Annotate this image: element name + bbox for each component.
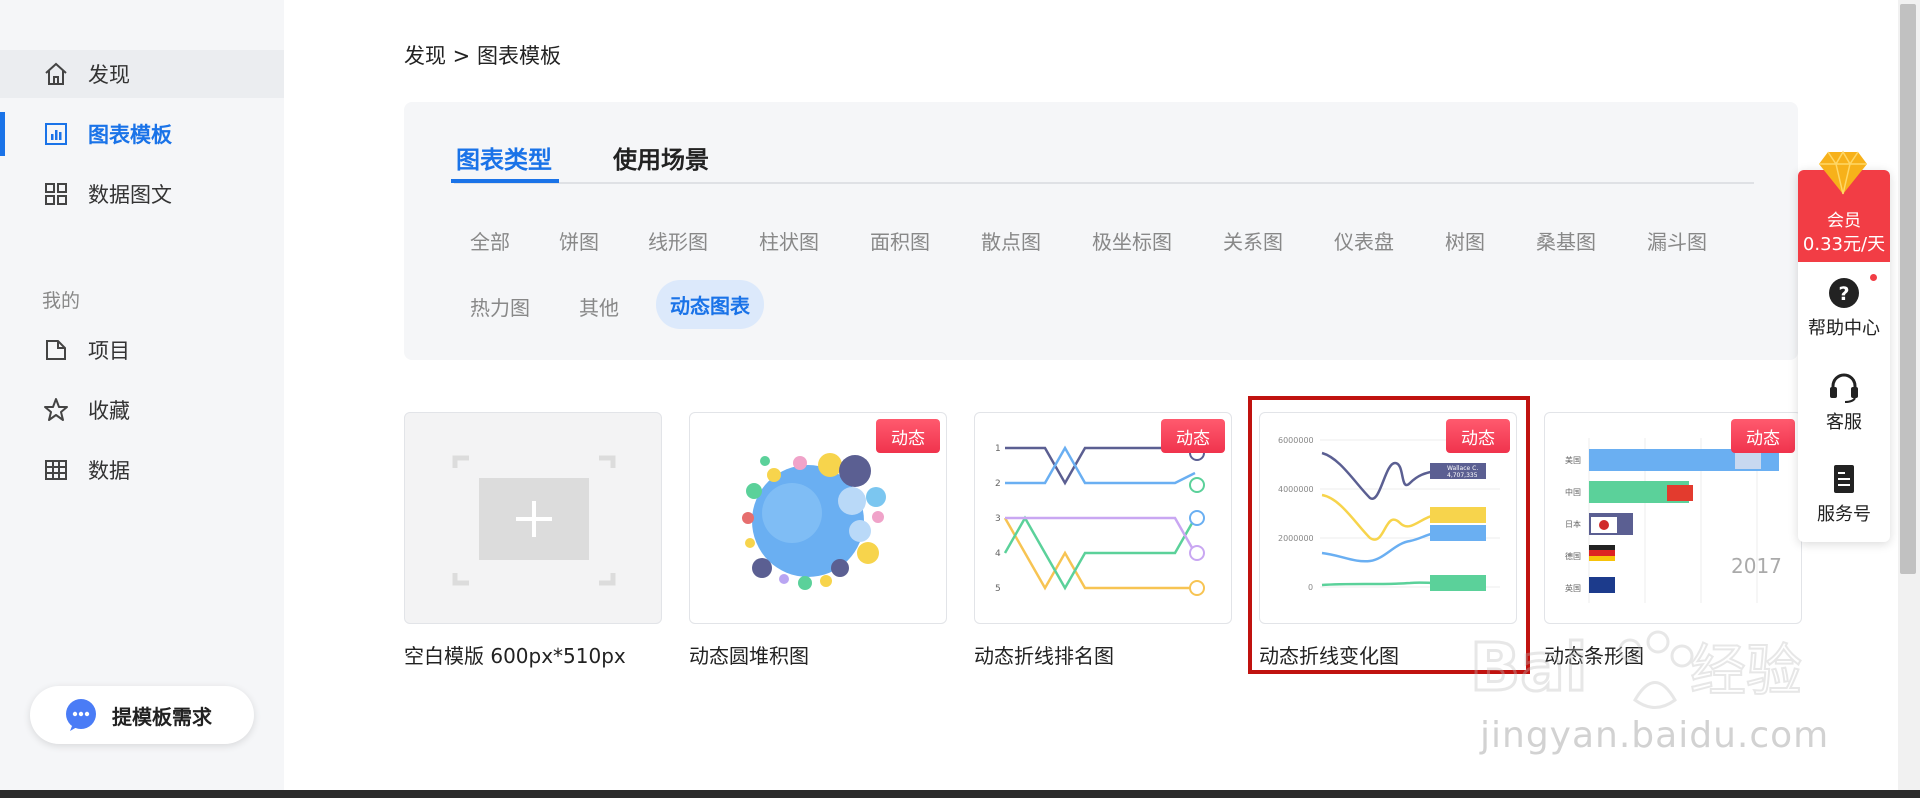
taskbar-strip bbox=[0, 790, 1920, 798]
dynamic-badge: 动态 bbox=[1731, 419, 1795, 453]
rank-label: 2 bbox=[995, 479, 1001, 489]
category-other[interactable]: 其他 bbox=[579, 292, 619, 321]
tab-usage-scenario[interactable]: 使用场景 bbox=[613, 140, 709, 175]
tabs-divider bbox=[454, 182, 1754, 184]
folder-icon bbox=[42, 336, 70, 364]
category-gauge[interactable]: 仪表盘 bbox=[1334, 226, 1394, 255]
help-center-button[interactable]: ? 帮助中心 bbox=[1798, 268, 1890, 348]
watermark-url: jingyan.baidu.com bbox=[1480, 715, 1830, 756]
template-card-dynamic-circle-packing[interactable]: 动态 bbox=[689, 412, 947, 624]
breadcrumb: 发现 > 图表模板 bbox=[404, 44, 561, 68]
vip-label: 会员 bbox=[1827, 211, 1861, 231]
category-funnel[interactable]: 漏斗图 bbox=[1647, 226, 1707, 255]
section-title-mine: 我的 bbox=[42, 290, 81, 312]
category-heatmap[interactable]: 热力图 bbox=[470, 292, 530, 321]
rank-label: 1 bbox=[995, 444, 1001, 454]
category-sankey[interactable]: 桑基图 bbox=[1536, 226, 1596, 255]
question-mark-icon: ? bbox=[1827, 276, 1861, 310]
sidebar-item-label: 数据 bbox=[88, 459, 130, 483]
tab-chart-type[interactable]: 图表类型 bbox=[456, 140, 552, 175]
category-polar[interactable]: 极坐标图 bbox=[1092, 226, 1172, 255]
document-icon bbox=[1827, 462, 1861, 496]
request-template-label: 提模板需求 bbox=[112, 704, 212, 729]
sidebar-item-label: 数据图文 bbox=[88, 183, 172, 207]
sidebar-item-discover[interactable]: 发现 bbox=[0, 50, 284, 98]
chat-bubble-icon bbox=[64, 698, 98, 732]
filter-panel: 图表类型 使用场景 全部 饼图 线形图 柱状图 面积图 散点图 极坐标图 关系图… bbox=[404, 102, 1798, 360]
template-card-blank[interactable] bbox=[404, 412, 662, 624]
year-label: 2017 bbox=[1731, 554, 1782, 578]
request-template-button[interactable]: 提模板需求 bbox=[30, 686, 254, 744]
svg-text:?: ? bbox=[1838, 283, 1849, 305]
sidebar-item-label: 项目 bbox=[88, 339, 130, 363]
vip-price: 0.33元/天 bbox=[1802, 234, 1886, 255]
sidebar-item-projects[interactable]: 项目 bbox=[0, 326, 284, 374]
rank-label: 5 bbox=[995, 584, 1001, 594]
sidebar-item-data-articles[interactable]: 数据图文 bbox=[0, 170, 284, 218]
blank-template-thumbnail bbox=[452, 455, 616, 586]
category-line[interactable]: 线形图 bbox=[648, 226, 708, 255]
country-label: 中国 bbox=[1565, 487, 1581, 497]
template-card-label: 动态折线排名图 bbox=[974, 644, 1114, 668]
country-label: 日本 bbox=[1565, 519, 1581, 529]
sidebar-item-chart-templates[interactable]: 图表模板 bbox=[0, 110, 284, 158]
rank-label: 3 bbox=[995, 514, 1001, 524]
category-area[interactable]: 面积图 bbox=[870, 226, 930, 255]
headset-icon bbox=[1827, 370, 1861, 404]
bar-chart-icon bbox=[42, 120, 70, 148]
customer-service-button[interactable]: 客服 bbox=[1798, 362, 1890, 442]
category-graph[interactable]: 关系图 bbox=[1223, 226, 1283, 255]
category-tree[interactable]: 树图 bbox=[1445, 226, 1485, 255]
svg-text:经验: 经验 bbox=[1690, 639, 1802, 704]
app-window: 发现 图表模板 数据图文 我的 项目 收藏 数据 提模板需求 发现 > 图表模板… bbox=[0, 0, 1920, 798]
floating-toolbar: 会员 0.33元/天 ? 帮助中心 客服 服务号 bbox=[1798, 170, 1890, 542]
country-label: 德国 bbox=[1565, 551, 1581, 561]
star-icon bbox=[42, 396, 70, 424]
sidebar-item-label: 图表模板 bbox=[88, 123, 172, 147]
sidebar-item-favorites[interactable]: 收藏 bbox=[0, 386, 284, 434]
country-label: 美国 bbox=[1565, 455, 1581, 465]
sidebar-item-label: 收藏 bbox=[88, 399, 130, 423]
table-icon bbox=[42, 456, 70, 484]
service-account-label: 服务号 bbox=[1817, 504, 1871, 525]
template-card-dynamic-line-rank[interactable]: 1 2 3 4 5 动态 bbox=[974, 412, 1232, 624]
category-scatter[interactable]: 散点图 bbox=[981, 226, 1041, 255]
template-card-label: 动态圆堆积图 bbox=[689, 644, 809, 668]
scrollbar-thumb[interactable] bbox=[1900, 4, 1916, 574]
watermark-brand: Bai bbox=[1470, 629, 1587, 706]
dynamic-badge: 动态 bbox=[876, 419, 940, 453]
rank-label: 4 bbox=[995, 549, 1001, 559]
category-dynamic[interactable]: 动态图表 bbox=[656, 280, 764, 329]
category-bar[interactable]: 柱状图 bbox=[759, 226, 819, 255]
home-icon bbox=[42, 60, 70, 88]
sidebar: 发现 图表模板 数据图文 我的 项目 收藏 数据 提模板需求 bbox=[0, 0, 284, 790]
tab-active-indicator bbox=[451, 179, 559, 183]
customer-service-label: 客服 bbox=[1826, 412, 1862, 433]
category-pie[interactable]: 饼图 bbox=[559, 226, 599, 255]
sidebar-item-label: 发现 bbox=[88, 63, 130, 87]
notification-dot bbox=[1870, 274, 1877, 281]
grid-icon bbox=[42, 180, 70, 208]
sidebar-item-data[interactable]: 数据 bbox=[0, 446, 284, 494]
service-account-button[interactable]: 服务号 bbox=[1798, 454, 1890, 534]
category-all[interactable]: 全部 bbox=[470, 226, 510, 255]
dynamic-badge: 动态 bbox=[1161, 419, 1225, 453]
diamond-icon bbox=[1819, 150, 1867, 195]
template-card-label: 空白模版 600px*510px bbox=[404, 644, 626, 668]
help-center-label: 帮助中心 bbox=[1808, 318, 1880, 339]
